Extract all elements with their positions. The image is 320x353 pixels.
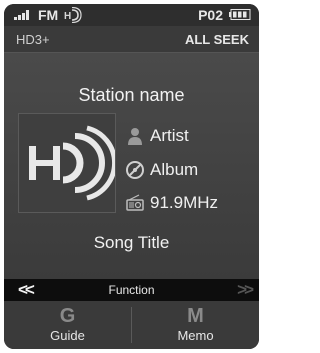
seek-mode: ALL SEEK	[184, 32, 249, 47]
album-name: Album	[150, 160, 199, 179]
hd-radio-logo	[18, 113, 118, 213]
band-label: FM	[38, 7, 59, 23]
function-bar: << Function >>	[4, 279, 259, 301]
info-row: HD3+ ALL SEEK	[4, 26, 259, 53]
guide-softkey[interactable]: G Guide	[4, 301, 131, 349]
memo-key-letter: M	[187, 305, 204, 327]
next-arrow-icon[interactable]: >>	[237, 280, 254, 300]
memo-key-label: Memo	[177, 328, 214, 343]
radio-screen: FM H P02 HD3+ ALL SEEK Station name Arti…	[4, 4, 259, 349]
disc-icon	[126, 161, 144, 179]
hd-radio-icon: H	[64, 7, 82, 23]
person-icon	[128, 128, 142, 145]
now-playing-panel: Station name Artist Album 91.9MHz Song T…	[4, 53, 259, 279]
signal-bars-icon	[14, 10, 30, 20]
function-label[interactable]: Function	[4, 283, 259, 297]
softkey-bar: G Guide M Memo	[4, 301, 259, 349]
artist-name: Artist	[150, 126, 189, 145]
radio-icon	[126, 194, 144, 211]
svg-text:H: H	[64, 11, 71, 22]
memo-softkey[interactable]: M Memo	[132, 301, 259, 349]
guide-key-label: Guide	[50, 328, 85, 343]
station-name: Station name	[78, 85, 185, 105]
song-title: Song Title	[93, 233, 170, 252]
preset-number: P02	[198, 7, 223, 23]
guide-key-letter: G	[59, 305, 76, 327]
status-bar: FM H P02	[4, 4, 259, 26]
frequency-value: 91.9MHz	[150, 193, 219, 212]
hd-channel: HD3+	[16, 32, 50, 47]
battery-icon	[229, 9, 251, 20]
